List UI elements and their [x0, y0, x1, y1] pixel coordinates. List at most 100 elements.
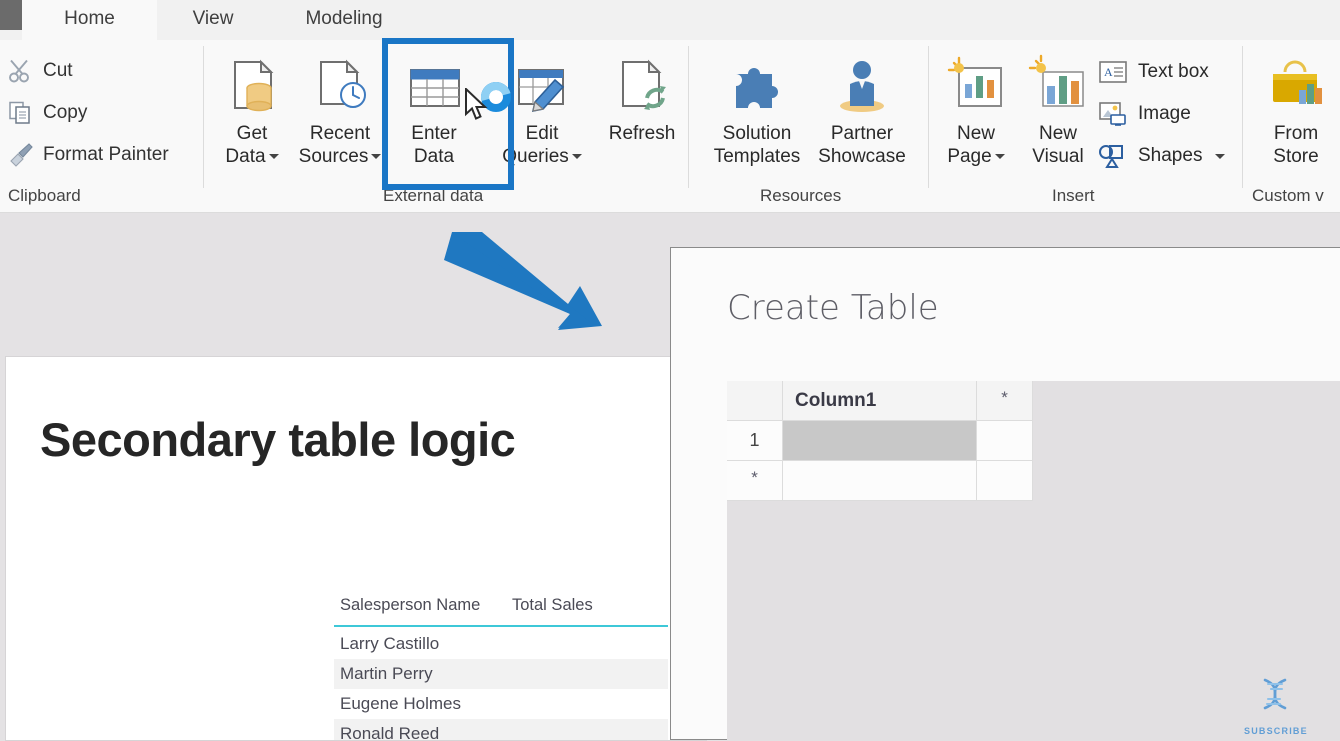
- solution-templates-line2: Templates: [713, 146, 801, 167]
- grid-column-header[interactable]: Column1: [783, 381, 977, 421]
- from-store-button[interactable]: From Store: [1250, 46, 1340, 182]
- grid-add-column-header[interactable]: *: [977, 381, 1033, 421]
- table-header-rule: [334, 625, 668, 627]
- grid-cell[interactable]: [977, 461, 1033, 501]
- solution-templates-button[interactable]: Solution Templates: [707, 46, 807, 182]
- grid-column-header-label: Column1: [795, 390, 877, 411]
- table-row[interactable]: Martin Perry: [334, 659, 668, 689]
- cell-salesperson-name: Eugene Holmes: [340, 694, 461, 713]
- format-painter-button[interactable]: Format Painter: [8, 138, 169, 172]
- table-header-row: Salesperson Name Total Sales: [334, 592, 668, 625]
- grid-row-number: 1: [749, 430, 760, 450]
- table-row[interactable]: Ronald Reed: [334, 719, 668, 740]
- partner-showcase-line2: Showcase: [818, 146, 906, 167]
- page-title: Secondary table logic: [40, 413, 516, 466]
- from-store-line2: Store: [1273, 146, 1319, 167]
- tab-modeling[interactable]: Modeling: [269, 0, 419, 40]
- column-header-total-sales[interactable]: Total Sales: [512, 596, 593, 615]
- grid-row-header-new[interactable]: *: [727, 461, 783, 501]
- grid-cell-selected[interactable]: [783, 421, 977, 461]
- store-bag-icon: [1265, 46, 1327, 118]
- group-label-external-data: External data: [383, 186, 484, 205]
- image-label: Image: [1138, 103, 1191, 124]
- person-icon: [831, 46, 893, 118]
- subscribe-label: SUBSCRIBE: [1244, 726, 1308, 736]
- table-visual[interactable]: Salesperson Name Total Sales Larry Casti…: [334, 592, 668, 740]
- grid-new-row[interactable]: *: [727, 461, 1033, 501]
- grid-row-header[interactable]: 1: [727, 421, 783, 461]
- app-menu-corner[interactable]: [0, 0, 22, 30]
- group-label-resources: Resources: [760, 186, 842, 205]
- group-label-insert: Insert: [1052, 186, 1095, 205]
- scissors-icon: [9, 59, 29, 83]
- recent-sources-label-line1: Recent: [309, 123, 371, 144]
- get-data-label-line1: Get: [236, 123, 268, 144]
- cell-salesperson-name: Ronald Reed: [340, 724, 440, 740]
- enter-data-button[interactable]: Enter Data: [388, 46, 480, 182]
- grid-row[interactable]: 1: [727, 421, 1033, 461]
- tab-view-label: View: [192, 8, 234, 29]
- grid-corner-cell: [727, 381, 783, 421]
- tab-view[interactable]: View: [157, 0, 269, 40]
- cut-label: Cut: [43, 60, 73, 81]
- group-label-clipboard: Clipboard: [8, 186, 81, 205]
- ribbon-tab-strip: Home View Modeling: [0, 0, 1340, 41]
- image-button[interactable]: Image: [1098, 94, 1191, 134]
- chevron-down-icon[interactable]: [268, 154, 279, 160]
- refresh-button[interactable]: Refresh: [596, 46, 688, 182]
- text-box-label: Text box: [1138, 61, 1209, 82]
- text-box-button[interactable]: A Text box: [1098, 52, 1209, 92]
- edit-queries-button[interactable]: Edit Queries: [496, 46, 588, 182]
- enter-data-label-line2: Data: [413, 146, 455, 167]
- shapes-button[interactable]: Shapes: [1098, 136, 1226, 176]
- group-separator: [688, 46, 689, 188]
- cell-salesperson-name: Larry Castillo: [340, 634, 440, 653]
- grid-cell[interactable]: [977, 421, 1033, 461]
- dna-helix-icon: [1263, 678, 1287, 710]
- image-icon: [1099, 102, 1126, 126]
- chevron-down-icon[interactable]: [371, 154, 382, 160]
- format-painter-label: Format Painter: [43, 144, 169, 165]
- text-box-icon: A: [1099, 61, 1127, 83]
- add-column-star-icon: *: [1001, 388, 1008, 407]
- recent-sources-button[interactable]: Recent Sources: [294, 46, 386, 182]
- table-row[interactable]: Eugene Holmes: [334, 689, 668, 719]
- new-visual-button[interactable]: New Visual: [1012, 46, 1104, 182]
- cell-salesperson-name: Martin Perry: [340, 664, 433, 683]
- cut-button[interactable]: Cut: [8, 54, 73, 88]
- group-separator: [928, 46, 929, 188]
- get-data-label-line2: Data: [225, 146, 266, 167]
- chevron-down-icon[interactable]: [571, 154, 582, 160]
- copy-label: Copy: [43, 102, 88, 123]
- solution-templates-line1: Solution: [722, 123, 792, 144]
- paintbrush-icon: [10, 143, 33, 167]
- new-page-button[interactable]: New Page: [930, 46, 1022, 182]
- puzzle-piece-icon: [726, 46, 788, 118]
- shapes-icon: [1099, 145, 1123, 168]
- table-row[interactable]: Larry Castillo: [334, 629, 668, 659]
- partner-showcase-button[interactable]: Partner Showcase: [812, 46, 912, 182]
- grid-cell[interactable]: [783, 461, 977, 501]
- edit-queries-label-line1: Edit: [525, 123, 559, 144]
- group-separator: [1242, 46, 1243, 188]
- create-table-grid[interactable]: Column1 * 1 *: [727, 381, 1033, 501]
- new-visual-line2: Visual: [1032, 146, 1084, 167]
- group-separator: [203, 46, 204, 188]
- tab-modeling-label: Modeling: [305, 8, 383, 29]
- chevron-down-icon[interactable]: [994, 154, 1005, 160]
- dialog-title: Create Table: [727, 288, 939, 328]
- get-data-button[interactable]: Get Data: [206, 46, 298, 182]
- chevron-down-icon[interactable]: [1215, 153, 1226, 159]
- column-header-salesperson-name[interactable]: Salesperson Name: [340, 596, 480, 615]
- refresh-label: Refresh: [608, 123, 676, 144]
- copy-icon: [9, 101, 30, 124]
- tab-home[interactable]: Home: [22, 0, 157, 41]
- new-visual-icon: [1027, 46, 1089, 118]
- copy-button[interactable]: Copy: [8, 96, 87, 130]
- new-page-icon: [945, 46, 1007, 118]
- loading-spinner-icon: [481, 82, 511, 112]
- edit-queries-label-line2: Queries: [502, 146, 569, 167]
- group-label-custom-visuals: Custom v: [1252, 186, 1324, 205]
- annotation-arrow: [444, 232, 602, 330]
- new-page-line1: New: [956, 123, 995, 144]
